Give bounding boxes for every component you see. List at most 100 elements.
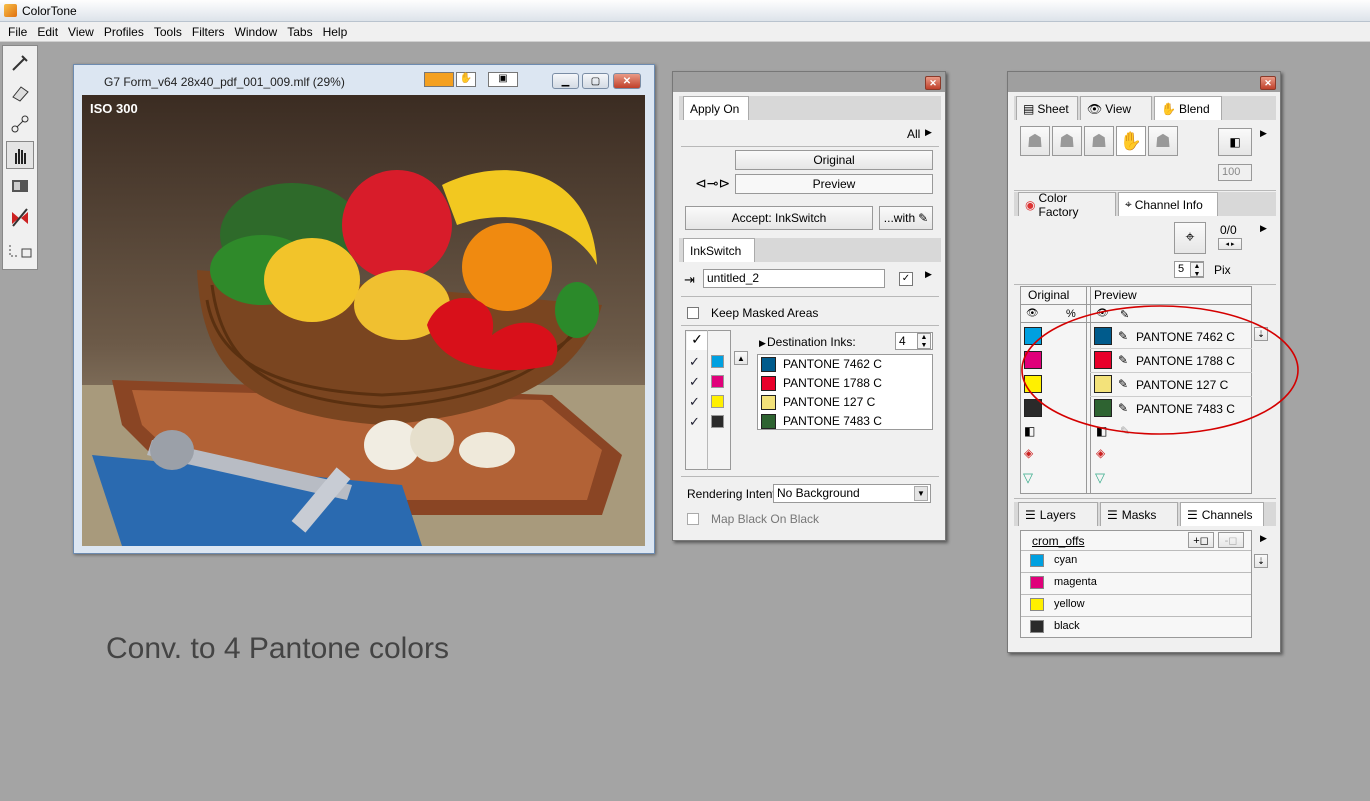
source-check-icon[interactable]: ✓ [689,354,700,370]
apply-all-arrow-icon[interactable]: ▶ [925,127,932,138]
source-check-icon[interactable]: ✓ [689,374,700,390]
image-window-title: G7 Form_v64 28x40_pdf_001_009.mlf (29%) [104,75,345,89]
menu-window[interactable]: Window [230,25,283,39]
menu-file[interactable]: File [3,25,32,39]
load-setup-icon[interactable]: ⇥ [684,272,695,288]
menu-view[interactable]: View [63,25,99,39]
preview-gamut-icon[interactable]: ▽ [1095,470,1105,486]
menu-tabs[interactable]: Tabs [282,25,317,39]
tab-blend[interactable]: ✋ Blend [1154,96,1222,120]
destination-ink-name[interactable]: PANTONE 127 C [783,395,875,409]
tab-channel-info[interactable]: ⌖ Channel Info [1118,192,1218,216]
panel-close-button[interactable]: ✕ [925,76,941,90]
minimize-button[interactable]: ▁ [552,73,579,89]
import-ink-icon[interactable]: ▲ [734,351,748,365]
accept-inkswitch-button[interactable]: Accept: InkSwitch [685,206,873,230]
channel-color-swatch [1030,554,1044,567]
split-view-icon[interactable]: ▣ [488,72,518,87]
original-button[interactable]: Original [735,150,933,170]
tab-sheet[interactable]: ▤ Sheet [1016,96,1078,120]
layers-icon: ☰ [1025,507,1036,522]
blend-mode-icon[interactable]: ✋ [456,72,476,87]
channel-name[interactable]: cyan [1054,554,1077,566]
setup-menu-arrow-icon[interactable]: ▶ [925,269,932,280]
blend-options-icon[interactable]: ◧ [1218,128,1252,156]
channel-ratio: 0/0 [1220,223,1237,237]
destination-ink-name[interactable]: PANTONE 7462 C [783,357,882,371]
rendering-intent-label: Rendering Intent [687,487,776,501]
crosshair-icon: ⌖ [1125,197,1132,211]
rendering-intent-select[interactable]: No Background ▼ [773,484,931,503]
destination-ink-name[interactable]: PANTONE 7483 C [783,414,882,428]
eyedropper-tool-icon[interactable] [6,48,34,76]
channel-name[interactable]: black [1054,620,1080,632]
blend-menu-arrow-icon[interactable]: ▶ [1260,128,1267,139]
app-icon [4,4,17,17]
destination-ink-name[interactable]: PANTONE 1788 C [783,376,882,390]
check-all-icon[interactable]: ✓ [687,332,707,350]
menu-edit[interactable]: Edit [32,25,63,39]
panel-title-bar [673,72,945,92]
hand-tool-icon[interactable] [6,141,34,169]
add-channel-button[interactable]: +◻ [1188,532,1214,548]
tab-color-factory-label: Color Factory [1038,190,1079,219]
tab-view[interactable]: 👁 View [1080,96,1152,120]
menu-tools[interactable]: Tools [149,25,187,39]
ratio-stepper[interactable]: ◂ ▸ [1218,238,1242,250]
mask-tool-icon[interactable] [6,203,34,231]
original-mask-icon[interactable]: ◈ [1024,446,1033,460]
destination-expand-icon[interactable]: ▶ [759,338,766,349]
source-check-icon[interactable]: ✓ [689,394,700,410]
tab-apply-on[interactable]: Apply On [683,96,749,120]
blend-mode-5-icon[interactable]: ☗ [1148,126,1178,156]
channels-scroll-down-icon[interactable]: ⇣ [1254,554,1268,568]
selection-tool-icon[interactable] [6,238,34,264]
tab-channels[interactable]: ☰ Channels [1180,502,1264,526]
blend-hand-active-icon[interactable]: ✋ [1116,126,1146,156]
maximize-button[interactable]: ▢ [582,73,609,89]
apply-all-label[interactable]: All [907,127,920,141]
channel-group-name[interactable]: crom_offs [1032,534,1084,548]
channel-menu-arrow-icon[interactable]: ▶ [1260,223,1267,234]
image-canvas[interactable]: ISO 300 [82,95,645,546]
blend-value-field[interactable]: 100 [1218,164,1252,181]
channel-color-swatch [1030,620,1044,633]
tab-color-factory[interactable]: ◉ Color Factory [1018,190,1116,219]
accept-with-button[interactable]: ...with ✎ [879,206,933,230]
tab-inkswitch[interactable]: InkSwitch [683,238,755,262]
blend-mode-1-icon[interactable]: ☗ [1020,126,1050,156]
channels-menu-arrow-icon[interactable]: ▶ [1260,533,1267,544]
menu-help[interactable]: Help [318,25,353,39]
original-gamut-icon[interactable]: ▽ [1023,470,1033,486]
source-check-icon[interactable]: ✓ [689,414,700,430]
menu-profiles[interactable]: Profiles [99,25,149,39]
preview-mask-icon[interactable]: ◈ [1096,446,1105,460]
tab-sheet-label: Sheet [1037,101,1069,116]
blend-mode-2-icon[interactable]: ☗ [1052,126,1082,156]
channel-name[interactable]: magenta [1054,576,1097,588]
close-button[interactable]: ✕ [613,73,641,89]
tab-layers[interactable]: ☰ Layers [1018,502,1098,526]
source-color-swatch [711,355,724,368]
setup-name-field[interactable]: untitled_2 [703,269,885,288]
menu-filters[interactable]: Filters [187,25,230,39]
compare-tool-icon[interactable] [6,172,34,200]
save-setup-icon[interactable]: ✓ [899,272,913,286]
preview-button[interactable]: Preview [735,174,933,194]
sampler-crosshair-icon[interactable]: ⌖ [1174,222,1206,254]
channel-panel-close-button[interactable]: ✕ [1260,76,1276,90]
remove-channel-button[interactable]: -◻ [1218,532,1244,548]
eraser-tool-icon[interactable] [6,79,34,107]
tab-blend-label: Blend [1178,101,1210,116]
ink-count-spinner[interactable]: ▲ ▼ [917,333,931,349]
blend-mode-3-icon[interactable]: ☗ [1084,126,1114,156]
tab-masks[interactable]: ☰ Masks [1100,502,1178,526]
caption-text: Conv. to 4 Pantone colors [106,632,449,665]
color-mode-swatch[interactable] [424,72,454,87]
gradient-tool-icon[interactable] [6,110,34,138]
channel-name[interactable]: yellow [1054,598,1085,610]
keep-masked-checkbox[interactable] [687,307,699,319]
pix-spinner[interactable]: ▲ ▼ [1190,262,1204,278]
chevron-down-icon[interactable]: ▼ [914,486,928,501]
map-black-checkbox[interactable] [687,513,699,525]
